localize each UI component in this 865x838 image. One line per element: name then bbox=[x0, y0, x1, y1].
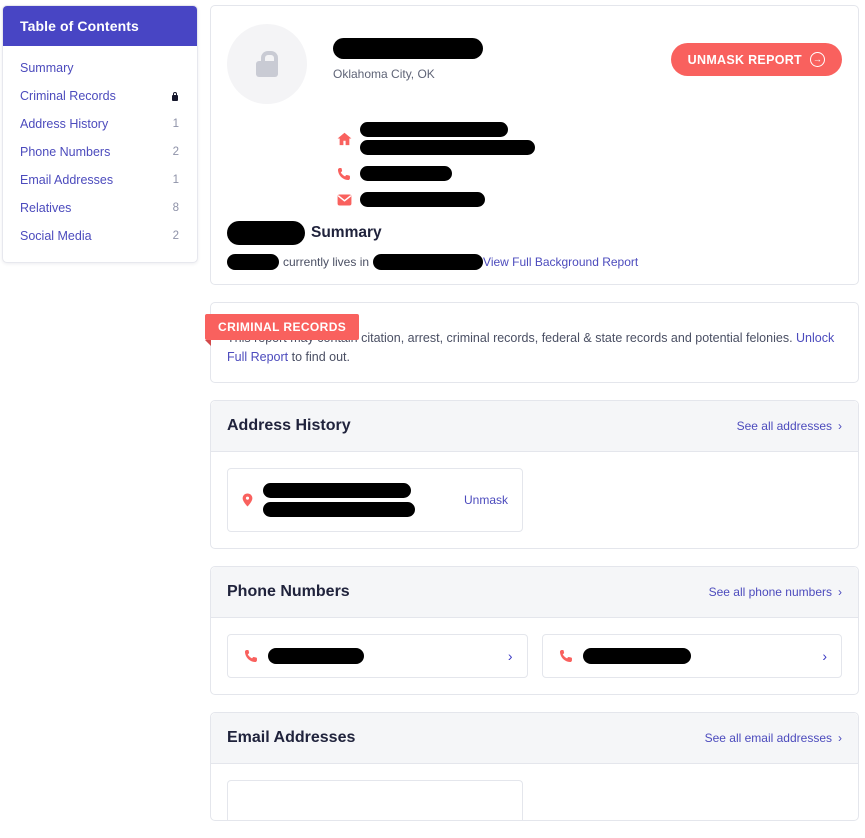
email-addresses-header: Email Addresses See all email addresses … bbox=[211, 713, 858, 764]
redacted-name bbox=[333, 38, 483, 59]
toc-list: Summary Criminal Records Address History… bbox=[3, 46, 197, 262]
view-full-background-report-link[interactable]: View Full Background Report bbox=[483, 255, 638, 269]
phone-numbers-card: Phone Numbers See all phone numbers › bbox=[210, 566, 859, 695]
unmask-report-button[interactable]: UNMASK REPORT → bbox=[671, 43, 842, 76]
see-all-label: See all email addresses bbox=[705, 731, 832, 745]
redaction-bar bbox=[263, 502, 415, 517]
phone-icon bbox=[335, 167, 353, 181]
summary-text: currently lives in bbox=[283, 255, 369, 269]
email-entry[interactable] bbox=[227, 780, 523, 820]
phone-entry[interactable]: › bbox=[227, 634, 528, 678]
criminal-records-card: CRIMINAL RECORDS This report may contain… bbox=[210, 302, 859, 383]
email-addresses-card: Email Addresses See all email addresses … bbox=[210, 712, 859, 821]
phone-numbers-header: Phone Numbers See all phone numbers › bbox=[211, 567, 858, 618]
chevron-right-icon: › bbox=[838, 586, 842, 598]
email-addresses-body bbox=[211, 764, 858, 820]
toc-item-label: Summary bbox=[20, 61, 73, 75]
criminal-records-suffix: to find out. bbox=[292, 350, 350, 364]
envelope-icon bbox=[335, 194, 353, 206]
toc-item-email-addresses[interactable]: Email Addresses 1 bbox=[3, 166, 197, 194]
redaction-bar bbox=[373, 254, 483, 270]
contact-row-email bbox=[335, 192, 842, 207]
contact-list bbox=[335, 122, 842, 207]
summary-sentence: currently lives in View Full Background … bbox=[227, 254, 842, 270]
see-all-label: See all phone numbers bbox=[709, 585, 832, 599]
unmask-address-link[interactable]: Unmask bbox=[464, 493, 508, 507]
avatar bbox=[227, 24, 307, 104]
contact-row-address bbox=[335, 122, 842, 155]
toc-item-label: Criminal Records bbox=[20, 89, 116, 103]
sidebar: Table of Contents Summary Criminal Recor… bbox=[0, 0, 200, 263]
redacted-address bbox=[360, 122, 535, 155]
toc-header: Table of Contents bbox=[3, 6, 197, 46]
unmask-report-label: UNMASK REPORT bbox=[688, 53, 802, 67]
redaction-bar bbox=[360, 122, 508, 137]
redaction-bar bbox=[268, 648, 364, 664]
redacted-email bbox=[360, 192, 485, 207]
section-title: Email Addresses bbox=[227, 729, 355, 747]
toc-item-label: Email Addresses bbox=[20, 173, 113, 187]
phone-icon bbox=[557, 649, 575, 663]
phone-icon bbox=[242, 649, 260, 663]
toc-item-relatives[interactable]: Relatives 8 bbox=[3, 194, 197, 222]
toc-item-summary[interactable]: Summary bbox=[3, 54, 197, 82]
address-history-card: Address History See all addresses › bbox=[210, 400, 859, 549]
section-title: Phone Numbers bbox=[227, 583, 350, 601]
home-icon bbox=[335, 132, 353, 146]
address-history-body: Unmask bbox=[211, 452, 858, 548]
address-entry[interactable]: Unmask bbox=[227, 468, 523, 532]
toc-item-criminal-records[interactable]: Criminal Records bbox=[3, 82, 197, 110]
chevron-right-icon: › bbox=[508, 648, 513, 664]
see-all-label: See all addresses bbox=[737, 419, 832, 433]
main-content: UNMASK REPORT → Oklahoma City, OK bbox=[200, 0, 865, 838]
redaction-bar bbox=[263, 483, 411, 498]
redaction-bar bbox=[227, 254, 279, 270]
chevron-right-icon: › bbox=[822, 648, 827, 664]
redaction-bar bbox=[360, 166, 452, 181]
chevron-right-icon: › bbox=[838, 420, 842, 432]
redacted-phone bbox=[360, 166, 452, 181]
table-of-contents: Table of Contents Summary Criminal Recor… bbox=[2, 5, 198, 263]
summary-title: Summary bbox=[311, 224, 382, 242]
report-page: Table of Contents Summary Criminal Recor… bbox=[0, 0, 865, 809]
toc-item-label: Phone Numbers bbox=[20, 145, 110, 159]
toc-item-count: 1 bbox=[169, 174, 179, 186]
redaction-bar bbox=[360, 140, 535, 155]
phone-grid: › › bbox=[227, 634, 842, 678]
toc-item-count: 2 bbox=[169, 146, 179, 158]
contact-row-phone bbox=[335, 166, 842, 181]
lock-icon bbox=[170, 91, 179, 102]
toc-item-address-history[interactable]: Address History 1 bbox=[3, 110, 197, 138]
lock-icon bbox=[256, 51, 278, 77]
redaction-bar bbox=[227, 221, 305, 245]
chevron-right-icon: › bbox=[838, 732, 842, 744]
phone-entry[interactable]: › bbox=[542, 634, 843, 678]
criminal-records-badge: CRIMINAL RECORDS bbox=[205, 314, 359, 340]
redaction-bar bbox=[583, 648, 691, 664]
toc-item-social-media[interactable]: Social Media 2 bbox=[3, 222, 197, 250]
phone-numbers-body: › › bbox=[211, 618, 858, 694]
toc-item-count: 1 bbox=[169, 118, 179, 130]
toc-item-label: Address History bbox=[20, 117, 108, 131]
see-all-phone-numbers-link[interactable]: See all phone numbers › bbox=[709, 585, 842, 599]
toc-item-count: 2 bbox=[169, 230, 179, 242]
summary-heading-row: Summary bbox=[227, 221, 842, 245]
address-history-header: Address History See all addresses › bbox=[211, 401, 858, 452]
redaction-bar bbox=[360, 192, 485, 207]
arrow-right-icon: → bbox=[810, 52, 825, 67]
toc-item-label: Social Media bbox=[20, 229, 92, 243]
see-all-email-addresses-link[interactable]: See all email addresses › bbox=[705, 731, 842, 745]
toc-item-count: 8 bbox=[169, 202, 179, 214]
toc-item-label: Relatives bbox=[20, 201, 71, 215]
map-pin-icon bbox=[242, 493, 256, 507]
section-title: Address History bbox=[227, 417, 351, 435]
redacted-address-lines bbox=[263, 483, 454, 517]
profile-card: UNMASK REPORT → Oklahoma City, OK bbox=[210, 5, 859, 285]
see-all-addresses-link[interactable]: See all addresses › bbox=[737, 419, 842, 433]
toc-item-phone-numbers[interactable]: Phone Numbers 2 bbox=[3, 138, 197, 166]
